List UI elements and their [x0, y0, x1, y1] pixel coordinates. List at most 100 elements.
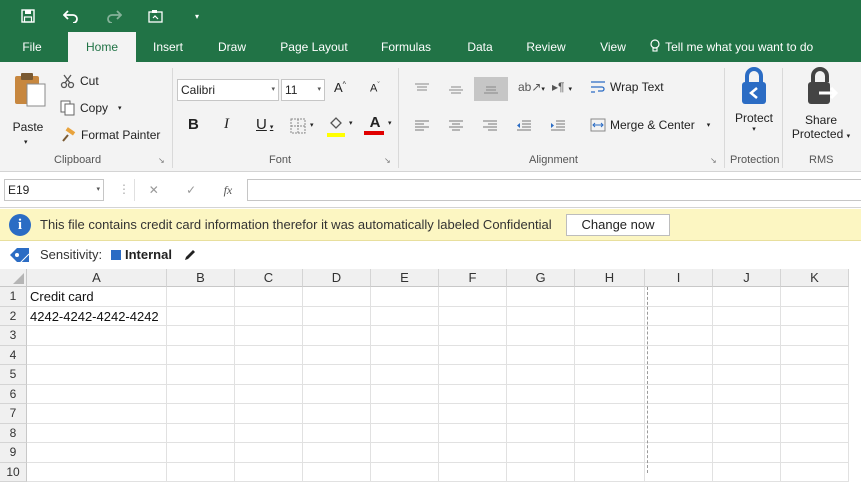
tab-view[interactable]: View — [590, 32, 636, 62]
cell-f1[interactable] — [439, 287, 507, 307]
column-header-j[interactable]: J — [713, 269, 781, 287]
share-protected-button[interactable]: Share Protected ▾ — [788, 66, 854, 150]
cell-k9[interactable] — [781, 443, 849, 463]
cell-k6[interactable] — [781, 385, 849, 405]
cell-b10[interactable] — [167, 463, 235, 482]
cell-e5[interactable] — [371, 365, 439, 385]
cell-e4[interactable] — [371, 346, 439, 366]
pencil-icon[interactable] — [183, 248, 197, 262]
cell-g3[interactable] — [507, 326, 575, 346]
format-painter-button[interactable]: Format Painter — [60, 126, 160, 144]
cell-j7[interactable] — [713, 404, 781, 424]
cell-b7[interactable] — [167, 404, 235, 424]
cell-f9[interactable] — [439, 443, 507, 463]
cell-d4[interactable] — [303, 346, 371, 366]
paragraph-direction-button[interactable]: ▸¶▾ — [552, 80, 572, 94]
cell-a9[interactable] — [27, 443, 167, 463]
cell-e6[interactable] — [371, 385, 439, 405]
cell-b9[interactable] — [167, 443, 235, 463]
cell-a5[interactable] — [27, 365, 167, 385]
cell-g5[interactable] — [507, 365, 575, 385]
italic-button[interactable]: I — [224, 116, 229, 133]
decrease-indent-button[interactable] — [516, 120, 532, 135]
column-header-h[interactable]: H — [575, 269, 645, 287]
customize-qat-icon[interactable]: ▾ — [190, 0, 204, 32]
cell-f2[interactable] — [439, 307, 507, 327]
column-header-k[interactable]: K — [781, 269, 849, 287]
change-now-button[interactable]: Change now — [566, 214, 670, 236]
cell-f8[interactable] — [439, 424, 507, 444]
cell-i2[interactable] — [645, 307, 713, 327]
row-header-5[interactable]: 5 — [0, 365, 27, 385]
grow-font-button[interactable]: A^ — [334, 80, 346, 95]
fill-color-button[interactable]: ▾ — [327, 116, 349, 137]
cell-a1[interactable]: Credit card — [27, 287, 167, 307]
align-right-button[interactable] — [482, 120, 498, 135]
cell-a7[interactable] — [27, 404, 167, 424]
borders-button[interactable]: ▾ — [290, 118, 306, 137]
cell-j8[interactable] — [713, 424, 781, 444]
font-color-button[interactable]: A ▾ — [364, 114, 386, 135]
merge-center-button[interactable]: Merge & Center ▾ — [590, 118, 710, 132]
cell-k7[interactable] — [781, 404, 849, 424]
row-header-9[interactable]: 9 — [0, 443, 27, 463]
cut-button[interactable]: Cut — [60, 72, 99, 90]
align-left-button[interactable] — [414, 120, 430, 135]
cell-a6[interactable] — [27, 385, 167, 405]
column-header-e[interactable]: E — [371, 269, 439, 287]
font-size-combo[interactable]: 11 ▾ — [281, 79, 325, 101]
row-header-7[interactable]: 7 — [0, 404, 27, 424]
touch-mode-icon[interactable] — [146, 0, 166, 32]
cell-d7[interactable] — [303, 404, 371, 424]
column-header-a[interactable]: A — [27, 269, 167, 287]
cell-c3[interactable] — [235, 326, 303, 346]
cell-i10[interactable] — [645, 463, 713, 482]
cell-c5[interactable] — [235, 365, 303, 385]
align-top-button[interactable] — [414, 82, 430, 96]
cell-g1[interactable] — [507, 287, 575, 307]
cell-b4[interactable] — [167, 346, 235, 366]
redo-icon[interactable] — [104, 0, 124, 32]
cell-k4[interactable] — [781, 346, 849, 366]
cell-c7[interactable] — [235, 404, 303, 424]
cell-e3[interactable] — [371, 326, 439, 346]
cell-k8[interactable] — [781, 424, 849, 444]
cell-g4[interactable] — [507, 346, 575, 366]
tab-file[interactable]: File — [10, 32, 54, 62]
tab-formulas[interactable]: Formulas — [372, 32, 440, 62]
cell-j10[interactable] — [713, 463, 781, 482]
cell-a3[interactable] — [27, 326, 167, 346]
cell-h9[interactable] — [575, 443, 645, 463]
cell-h1[interactable] — [575, 287, 645, 307]
protect-button[interactable]: Protect ▾ — [730, 66, 778, 150]
cell-g8[interactable] — [507, 424, 575, 444]
cell-b5[interactable] — [167, 365, 235, 385]
spreadsheet-grid[interactable]: ABCDEFGHIJK 12345678910 Credit card4242-… — [0, 269, 861, 473]
paste-button[interactable]: Paste ▾ — [8, 68, 52, 150]
cell-e10[interactable] — [371, 463, 439, 482]
cell-a4[interactable] — [27, 346, 167, 366]
formula-input[interactable] — [247, 179, 861, 201]
cell-f6[interactable] — [439, 385, 507, 405]
cell-d8[interactable] — [303, 424, 371, 444]
cell-d2[interactable] — [303, 307, 371, 327]
bold-button[interactable]: B — [188, 116, 199, 133]
column-header-c[interactable]: C — [235, 269, 303, 287]
align-middle-button[interactable] — [448, 84, 464, 98]
cell-c6[interactable] — [235, 385, 303, 405]
tab-data[interactable]: Data — [458, 32, 502, 62]
row-header-2[interactable]: 2 — [0, 307, 27, 327]
save-icon[interactable] — [18, 0, 38, 32]
alignment-launcher-icon[interactable]: ↘ — [710, 156, 717, 165]
name-box[interactable]: E19 ▾ — [4, 179, 104, 201]
tab-page-layout[interactable]: Page Layout — [274, 32, 354, 62]
cell-f7[interactable] — [439, 404, 507, 424]
cell-d10[interactable] — [303, 463, 371, 482]
cell-k3[interactable] — [781, 326, 849, 346]
cell-h4[interactable] — [575, 346, 645, 366]
select-all-button[interactable] — [0, 269, 27, 287]
cell-a10[interactable] — [27, 463, 167, 482]
enter-icon[interactable]: ✓ — [186, 183, 196, 197]
font-launcher-icon[interactable]: ↘ — [384, 156, 391, 165]
clipboard-launcher-icon[interactable]: ↘ — [158, 156, 165, 165]
